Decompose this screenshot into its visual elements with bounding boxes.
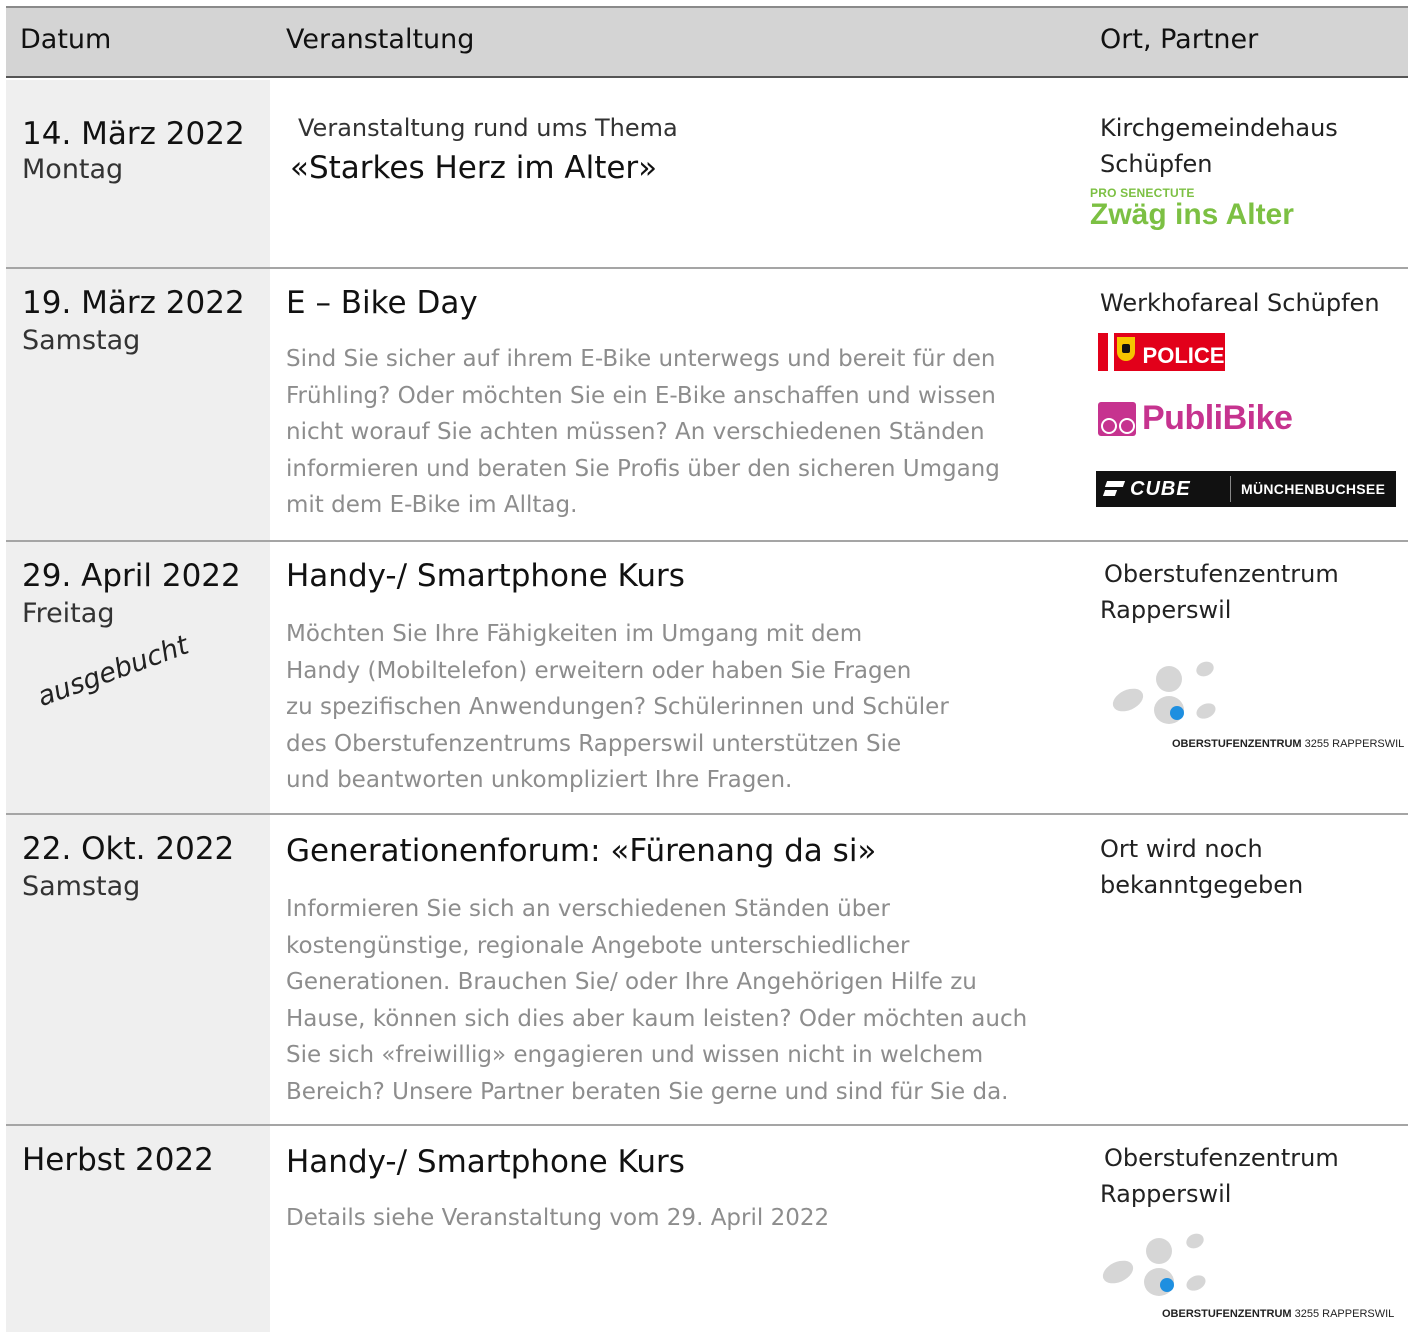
place-line: Rapperswil [1100, 596, 1232, 624]
description-line: Sie sich «freiwillig» engagieren und wis… [286, 1042, 984, 1068]
description-line: Handy (Mobiltelefon) erweitern oder habe… [286, 657, 912, 684]
event-title: E – Bike Day [286, 285, 478, 321]
zwaeg-ins-alter-label: Zwäg ins Alter [1090, 198, 1294, 231]
header-event: Veranstaltung [286, 24, 475, 55]
description-line: nicht worauf Sie achten müssen? An versc… [286, 419, 985, 445]
event-weekday: Montag [22, 154, 124, 185]
description-line: informieren und beraten Sie Profis über … [286, 455, 1000, 482]
description-line: kostengünstige, regionale Angebote unter… [286, 932, 910, 959]
description-line: des Oberstufenzentrums Rapperswil unters… [286, 730, 902, 757]
table-header: Datum Veranstaltung Ort, Partner [6, 8, 1408, 78]
blue-dot-icon [1170, 706, 1184, 720]
event-date: 22. Okt. 2022 [22, 831, 235, 867]
description-line: mit dem E-Bike im Alltag. [286, 492, 578, 518]
event-title: «Starkes Herz im Alter» [290, 150, 658, 186]
table-row: Herbst 2022 Handy-/ Smartphone Kurs Deta… [6, 1126, 1408, 1332]
table-row: 29. April 2022 Freitag ausgebucht Handy-… [6, 542, 1408, 815]
bern-shield-icon [1117, 337, 1135, 361]
event-place: Kirchgemeindehaus Schüpfen [1100, 110, 1338, 182]
event-title: Handy-/ Smartphone Kurs [286, 1144, 685, 1180]
cube-store-logo: CUBE MÜNCHENBUCHSEE [1096, 471, 1396, 507]
table-row: 19. März 2022 Samstag E – Bike Day Sind … [6, 269, 1408, 542]
event-description: Möchten Sie Ihre Fähigkeiten im Umgang m… [286, 616, 949, 799]
cube-mark-icon [1104, 478, 1126, 500]
description-line: Details siehe Veranstaltung vom 29. Apri… [286, 1205, 830, 1231]
description-line: Bereich? Unsere Partner beraten Sie gern… [286, 1078, 1009, 1105]
bern-flag-icon [1098, 333, 1142, 371]
oberstufenzentrum-logo: OBERSTUFENZENTRUM 3255 RAPPERSWIL [1109, 658, 1405, 760]
event-place: Oberstufenzentrum Rapperswil [1100, 556, 1339, 628]
description-line: Hause, können sich dies aber kaum leiste… [286, 1005, 1028, 1032]
event-place: Ort wird noch bekanntgegeben [1100, 831, 1303, 903]
place-line: bekanntgegeben [1100, 871, 1304, 899]
place-line: Kirchgemeindehaus [1100, 114, 1338, 142]
blue-dot-icon [1160, 1278, 1174, 1292]
description-line: Sind Sie sicher auf ihrem E-Bike unterwe… [286, 346, 996, 372]
oberstufenzentrum-logo: OBERSTUFENZENTRUM 3255 RAPPERSWIL [1099, 1230, 1395, 1332]
publibike-logo: PubliBike [1098, 399, 1293, 438]
cube-label: CUBE [1130, 477, 1191, 500]
table-row: 14. März 2022 Montag Veranstaltung rund … [6, 80, 1408, 269]
event-date: 29. April 2022 [22, 558, 241, 594]
event-place: Oberstufenzentrum Rapperswil [1100, 1140, 1339, 1212]
event-weekday: Samstag [22, 871, 141, 902]
prosenectute-logo: PRO SENECTUTE Zwäg ins Alter [1090, 186, 1294, 230]
place-line: Oberstufenzentrum [1104, 560, 1339, 588]
event-description: Informieren Sie sich an verschiedenen St… [286, 891, 1027, 1110]
event-description: Details siehe Veranstaltung vom 29. Apri… [286, 1200, 829, 1237]
osz-label: OBERSTUFENZENTRUM 3255 RAPPERSWIL [1172, 738, 1405, 750]
osz-label: OBERSTUFENZENTRUM 3255 RAPPERSWIL [1162, 1308, 1395, 1320]
place-line: Werkhofareal Schüpfen [1100, 289, 1380, 317]
place-line: Schüpfen [1100, 150, 1213, 178]
event-intro: Veranstaltung rund ums Thema [298, 114, 678, 142]
place-line: Rapperswil [1100, 1180, 1232, 1208]
place-line: Oberstufenzentrum [1104, 1144, 1339, 1172]
cube-city-label: MÜNCHENBUCHSEE [1241, 481, 1386, 497]
event-description: Sind Sie sicher auf ihrem E-Bike unterwe… [286, 341, 1000, 524]
event-date: Herbst 2022 [22, 1142, 214, 1178]
event-place: Werkhofareal Schüpfen [1100, 285, 1380, 321]
event-title: Handy-/ Smartphone Kurs [286, 558, 685, 594]
description-line: Informieren Sie sich an verschiedenen St… [286, 896, 890, 922]
logo-divider [1230, 476, 1231, 502]
police-logo: POLICE [1098, 333, 1225, 371]
event-date: 14. März 2022 [22, 116, 245, 152]
table-row: 22. Okt. 2022 Samstag Generationenforum:… [6, 815, 1408, 1126]
event-weekday: Samstag [22, 325, 141, 356]
event-date: 19. März 2022 [22, 285, 245, 321]
event-weekday: Freitag [22, 598, 115, 629]
event-title: Generationenforum: «Fürenang da si» [286, 833, 877, 869]
place-line: Ort wird noch [1100, 835, 1263, 863]
description-line: zu spezifischen Anwendungen? Schülerinne… [286, 694, 949, 720]
description-line: und beantworten unkompliziert Ihre Frage… [286, 767, 793, 793]
police-label: POLICE [1142, 333, 1225, 371]
header-date: Datum [20, 24, 112, 55]
bike-icon [1098, 401, 1136, 436]
header-place: Ort, Partner [1100, 24, 1259, 55]
description-line: Möchten Sie Ihre Fähigkeiten im Umgang m… [286, 621, 863, 647]
description-line: Frühling? Oder möchten Sie ein E-Bike an… [286, 382, 996, 409]
description-line: Generationen. Brauchen Sie/ oder Ihre An… [286, 969, 977, 995]
publibike-label: PubliBike [1142, 399, 1293, 437]
